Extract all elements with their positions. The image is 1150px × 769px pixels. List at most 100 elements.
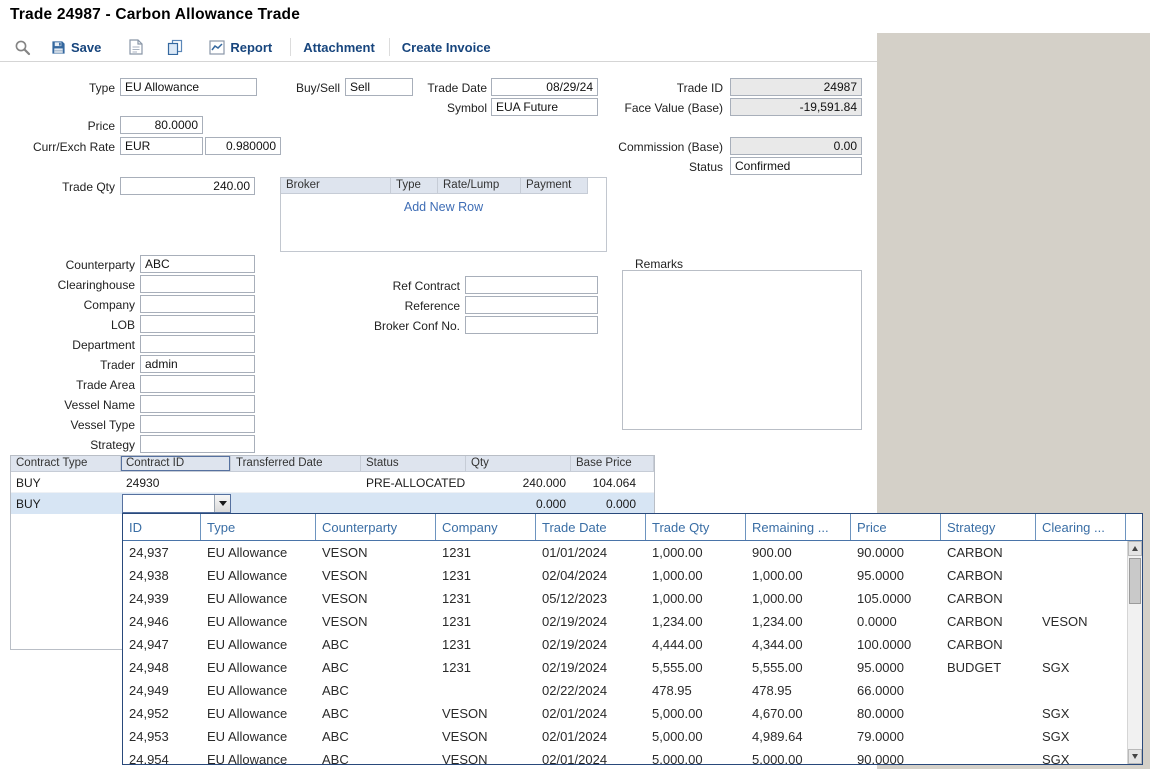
vessel-name-input[interactable] xyxy=(140,395,255,413)
dropdown-column-header[interactable]: Price xyxy=(851,514,941,540)
col-header-transferred-date[interactable]: Transferred Date xyxy=(231,456,361,472)
vessel-type-input[interactable] xyxy=(140,415,255,433)
strategy-input[interactable] xyxy=(140,435,255,453)
dropdown-row[interactable]: 24,937EU AllowanceVESON123101/01/20241,0… xyxy=(123,541,1127,564)
dropdown-column-header[interactable]: ID xyxy=(123,514,201,540)
search-button[interactable] xyxy=(14,39,31,56)
dropdown-column-header[interactable]: Trade Date xyxy=(536,514,646,540)
remarks-textarea[interactable] xyxy=(622,270,862,430)
report-chart-icon xyxy=(209,40,225,55)
dropdown-cell xyxy=(1036,564,1126,587)
dropdown-row[interactable]: 24,953EU AllowanceABCVESON02/01/20245,00… xyxy=(123,725,1127,748)
dropdown-column-header[interactable]: Type xyxy=(201,514,316,540)
chevron-down-icon[interactable] xyxy=(214,495,230,512)
dropdown-cell xyxy=(436,679,536,702)
scrollbar-thumb[interactable] xyxy=(1129,558,1141,604)
trade-qty-input[interactable] xyxy=(120,177,255,195)
trader-input[interactable] xyxy=(140,355,255,373)
grid-cell-base-price: 104.064 xyxy=(571,472,654,492)
dropdown-scrollbar[interactable] xyxy=(1127,541,1142,764)
symbol-label: Symbol xyxy=(387,101,487,115)
grid-cell-contract-id: 24930 xyxy=(121,472,231,492)
report-button[interactable]: Report xyxy=(209,40,272,55)
dropdown-column-header[interactable]: Strategy xyxy=(941,514,1036,540)
dropdown-cell: 24,953 xyxy=(123,725,201,748)
trade-qty-label: Trade Qty xyxy=(15,180,115,194)
type-input[interactable] xyxy=(120,78,257,96)
exch-rate-input[interactable] xyxy=(205,137,281,155)
status-input[interactable] xyxy=(730,157,862,175)
department-input[interactable] xyxy=(140,335,255,353)
dropdown-cell: BUDGET xyxy=(941,656,1036,679)
broker-col-rate-lump[interactable]: Rate/Lump xyxy=(438,178,521,194)
commission-field[interactable] xyxy=(730,137,862,155)
save-button[interactable]: Save xyxy=(51,40,101,55)
dropdown-row[interactable]: 24,949EU AllowanceABC02/22/2024478.95478… xyxy=(123,679,1127,702)
clearinghouse-input[interactable] xyxy=(140,275,255,293)
arrow-up-icon[interactable] xyxy=(1128,541,1142,556)
create-invoice-button[interactable]: Create Invoice xyxy=(402,40,491,55)
dropdown-column-header[interactable]: Remaining ... xyxy=(746,514,851,540)
lob-input[interactable] xyxy=(140,315,255,333)
grid-row[interactable]: BUY 24930 PRE-ALLOCATED 240.000 104.064 xyxy=(11,472,654,493)
trade-id-field[interactable] xyxy=(730,78,862,96)
col-header-status[interactable]: Status xyxy=(361,456,466,472)
broker-col-payment[interactable]: Payment xyxy=(521,178,588,194)
counterparty-input[interactable] xyxy=(140,255,255,273)
symbol-input[interactable] xyxy=(491,98,598,116)
col-header-qty[interactable]: Qty xyxy=(466,456,571,472)
trade-area-input[interactable] xyxy=(140,375,255,393)
dropdown-column-header[interactable]: Clearing ... xyxy=(1036,514,1126,540)
dropdown-row[interactable]: 24,947EU AllowanceABC123102/19/20244,444… xyxy=(123,633,1127,656)
broker-col-type[interactable]: Type xyxy=(391,178,438,194)
vessel-name-label: Vessel Name xyxy=(15,398,135,412)
dropdown-cell: VESON xyxy=(316,587,436,610)
dropdown-cell: 4,444.00 xyxy=(646,633,746,656)
ref-contract-input[interactable] xyxy=(465,276,598,294)
buy-sell-label: Buy/Sell xyxy=(245,81,340,95)
status-label: Status xyxy=(603,160,723,174)
dropdown-row[interactable]: 24,954EU AllowanceABCVESON02/01/20245,00… xyxy=(123,748,1127,764)
contract-id-combo[interactable] xyxy=(122,494,231,513)
vessel-type-label: Vessel Type xyxy=(15,418,135,432)
currency-input[interactable] xyxy=(120,137,203,155)
dropdown-cell: EU Allowance xyxy=(201,656,316,679)
dropdown-column-header[interactable]: Counterparty xyxy=(316,514,436,540)
dropdown-row[interactable]: 24,948EU AllowanceABC123102/19/20245,555… xyxy=(123,656,1127,679)
dropdown-cell: EU Allowance xyxy=(201,610,316,633)
dropdown-cell: ABC xyxy=(316,725,436,748)
col-header-contract-id[interactable]: Contract ID xyxy=(121,456,231,472)
dropdown-row[interactable]: 24,946EU AllowanceVESON123102/19/20241,2… xyxy=(123,610,1127,633)
attachment-button[interactable]: Attachment xyxy=(303,40,375,55)
dropdown-cell: 95.0000 xyxy=(851,656,941,679)
dropdown-row[interactable]: 24,939EU AllowanceVESON123105/12/20231,0… xyxy=(123,587,1127,610)
broker-conf-no-input[interactable] xyxy=(465,316,598,334)
copy-button[interactable] xyxy=(167,39,183,55)
price-input[interactable] xyxy=(120,116,203,134)
trade-date-input[interactable] xyxy=(491,78,598,96)
reference-input[interactable] xyxy=(465,296,598,314)
dropdown-cell: ABC xyxy=(316,748,436,764)
broker-col-broker[interactable]: Broker xyxy=(281,178,391,194)
add-new-row-link[interactable]: Add New Row xyxy=(281,200,606,214)
note-button[interactable] xyxy=(129,39,143,55)
dropdown-row[interactable]: 24,952EU AllowanceABCVESON02/01/20245,00… xyxy=(123,702,1127,725)
grid-cell-contract-type: BUY xyxy=(11,472,121,492)
col-header-base-price[interactable]: Base Price xyxy=(571,456,654,472)
dropdown-column-header[interactable]: Trade Qty xyxy=(646,514,746,540)
face-value-field[interactable] xyxy=(730,98,862,116)
arrow-down-icon[interactable] xyxy=(1128,749,1142,764)
grid-row-selected[interactable]: BUY 0.000 0.000 xyxy=(11,493,654,514)
report-label: Report xyxy=(230,40,272,55)
dropdown-cell: VESON xyxy=(316,610,436,633)
dropdown-row[interactable]: 24,938EU AllowanceVESON123102/04/20241,0… xyxy=(123,564,1127,587)
col-header-contract-type[interactable]: Contract Type xyxy=(11,456,121,472)
dropdown-column-header[interactable]: Company xyxy=(436,514,536,540)
attachment-label: Attachment xyxy=(303,40,375,55)
dropdown-cell: 1,000.00 xyxy=(646,587,746,610)
company-input[interactable] xyxy=(140,295,255,313)
dropdown-cell: 05/12/2023 xyxy=(536,587,646,610)
dropdown-cell: CARBON xyxy=(941,587,1036,610)
contract-dropdown-popup: IDTypeCounterpartyCompanyTrade DateTrade… xyxy=(122,513,1143,765)
dropdown-cell: EU Allowance xyxy=(201,702,316,725)
